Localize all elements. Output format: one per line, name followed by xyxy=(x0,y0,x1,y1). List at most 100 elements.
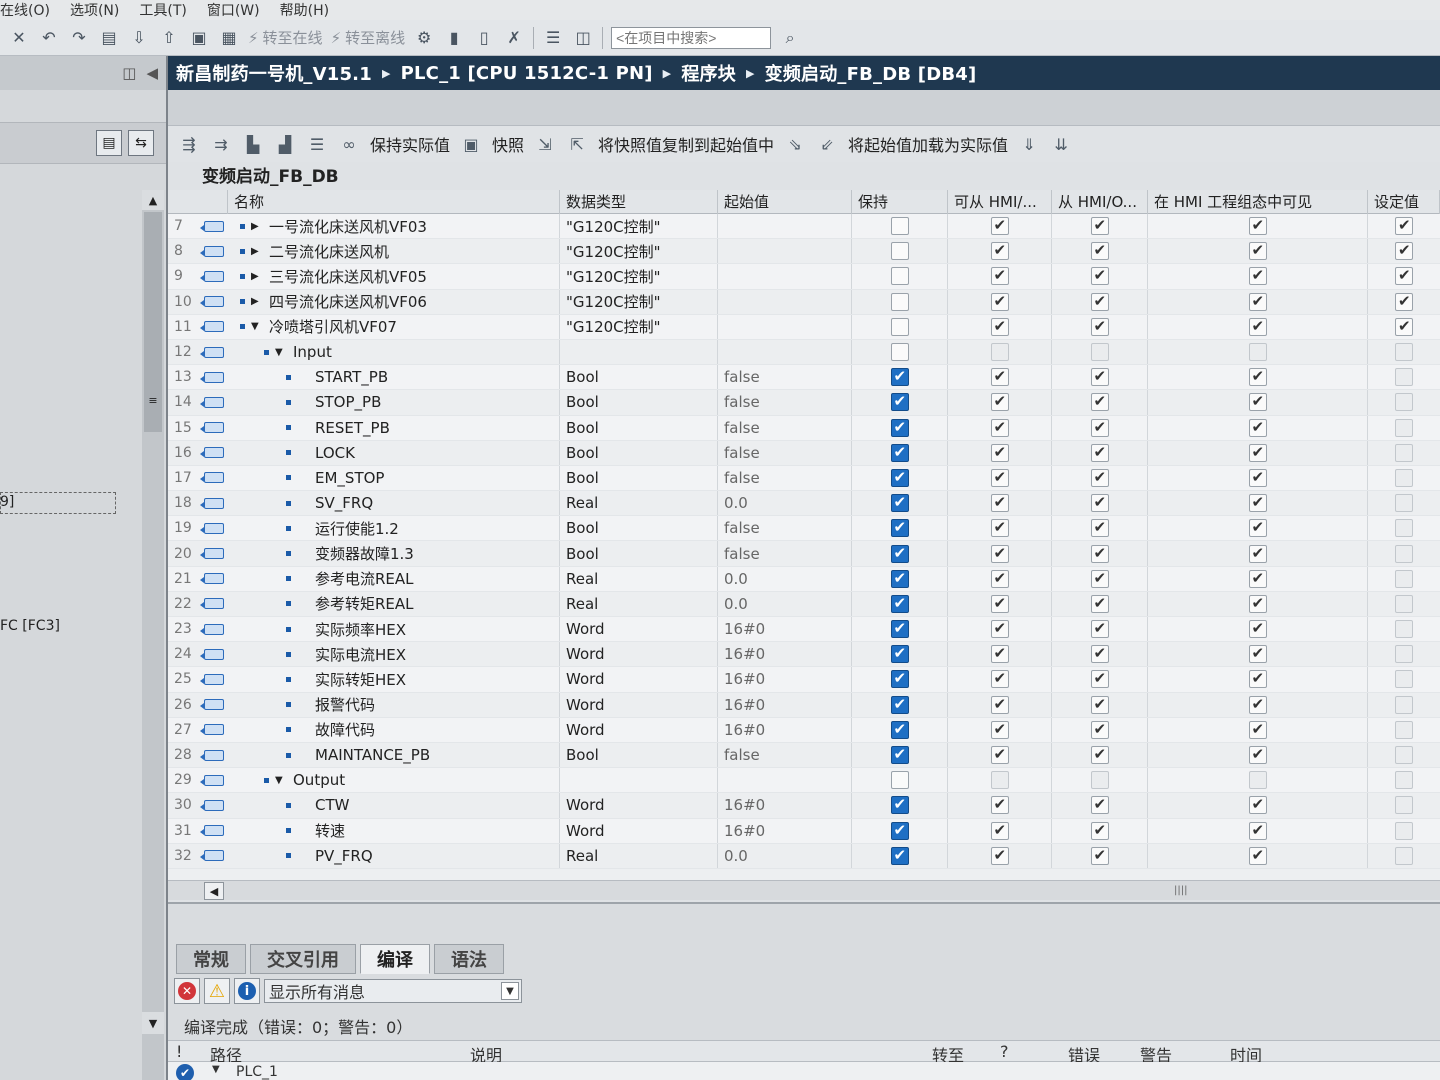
header-question[interactable]: ? xyxy=(1000,1042,1009,1061)
header-hmi-write[interactable]: 从 HMI/O... xyxy=(1052,190,1148,214)
hmi-write-checkbox[interactable] xyxy=(1090,569,1109,588)
datatype-cell[interactable]: Bool xyxy=(560,742,718,768)
hmi-access-checkbox[interactable] xyxy=(990,216,1009,236)
retain-checkbox[interactable] xyxy=(890,317,909,336)
download-all-values-icon[interactable]: ⇊ xyxy=(1050,133,1072,155)
hmi-visible-checkbox[interactable] xyxy=(1248,846,1267,865)
undo-icon[interactable]: ↶ xyxy=(38,27,60,49)
hmi-visible-checkbox[interactable] xyxy=(1248,241,1267,261)
setpoint-checkbox[interactable] xyxy=(1395,519,1413,538)
header-start[interactable]: 起始值 xyxy=(718,190,852,214)
retain-checkbox[interactable] xyxy=(890,217,909,236)
table-row[interactable]: 13 START_PB Bool false xyxy=(168,365,1440,391)
retain-checkbox[interactable] xyxy=(890,468,909,487)
hmi-access-checkbox[interactable] xyxy=(990,468,1009,487)
insert-row-icon[interactable]: ⇶ xyxy=(178,133,200,155)
hmi-visible-checkbox[interactable] xyxy=(1248,594,1267,613)
selected-tree-item[interactable] xyxy=(0,492,116,514)
hmi-access-checkbox[interactable] xyxy=(990,241,1009,261)
table-row[interactable]: 9 ▶ 三号流化床送风机VF05 "G120C控制" xyxy=(168,264,1440,290)
setpoint-checkbox[interactable] xyxy=(1395,393,1413,412)
breadcrumb-plc[interactable]: PLC_1 [CPU 1512C-1 PN] xyxy=(401,63,653,84)
hmi-access-checkbox[interactable] xyxy=(990,343,1009,362)
start-value-cell[interactable]: 16#0 xyxy=(718,818,852,843)
datatype-cell[interactable]: Real xyxy=(560,491,718,516)
start-cpu-icon[interactable]: ▮ xyxy=(443,27,465,49)
hmi-access-checkbox[interactable] xyxy=(990,392,1009,412)
table-row[interactable]: 24 实际电流HEX Word 16#0 xyxy=(168,642,1440,668)
hmi-visible-checkbox[interactable] xyxy=(1248,468,1267,487)
chevron-down-icon[interactable]: ▼ xyxy=(501,982,519,1000)
start-value-cell[interactable]: 16#0 xyxy=(718,692,852,717)
hmi-write-checkbox[interactable] xyxy=(1090,745,1109,765)
project-search-input[interactable] xyxy=(611,26,772,49)
list-view-icon[interactable]: ☰ xyxy=(306,133,328,155)
stop-cpu-icon[interactable]: ▯ xyxy=(473,27,495,49)
table-row[interactable]: 8 ▶ 二号流化床送风机 "G120C控制" xyxy=(168,239,1440,265)
table-row[interactable]: 16 LOCK Bool false xyxy=(168,440,1440,466)
keep-actual-button[interactable]: 保持实际值 xyxy=(370,132,450,156)
table-row[interactable]: 32 PV_FRQ Real 0.0 xyxy=(168,843,1440,869)
datatype-cell[interactable]: Bool xyxy=(560,516,718,541)
collapse-icon[interactable]: ▼ xyxy=(275,775,285,786)
start-value-cell[interactable]: false xyxy=(718,465,852,491)
start-value-cell[interactable]: false xyxy=(718,742,852,768)
hmi-visible-checkbox[interactable] xyxy=(1248,216,1267,236)
project-tree-scrollbar[interactable]: ▲ ≡ xyxy=(142,190,164,1080)
setpoint-checkbox[interactable] xyxy=(1395,796,1413,815)
menu-item[interactable]: 在线(O) xyxy=(0,0,60,20)
hmi-access-checkbox[interactable] xyxy=(990,771,1009,790)
name-cell[interactable]: LOCK xyxy=(228,440,560,465)
hmi-visible-checkbox[interactable] xyxy=(1248,292,1267,311)
breadcrumb-program-blocks[interactable]: 程序块 xyxy=(681,60,736,86)
hmi-access-checkbox[interactable] xyxy=(990,695,1009,714)
setpoint-checkbox[interactable] xyxy=(1395,670,1413,689)
setpoint-checkbox[interactable] xyxy=(1395,821,1413,840)
retain-checkbox[interactable] xyxy=(890,644,909,664)
retain-checkbox[interactable] xyxy=(890,343,909,362)
datatype-cell[interactable]: "G120C控制" xyxy=(560,289,718,314)
table-row[interactable]: 22 参考转矩REAL Real 0.0 xyxy=(168,591,1440,617)
hmi-visible-checkbox[interactable] xyxy=(1248,644,1267,664)
expand-icon[interactable]: ▶ xyxy=(251,296,261,307)
table-row[interactable]: 27 故障代码 Word 16#0 xyxy=(168,717,1440,743)
start-value-cell[interactable]: false xyxy=(718,365,852,390)
hmi-access-checkbox[interactable] xyxy=(990,846,1009,865)
hmi-write-checkbox[interactable] xyxy=(1090,343,1109,362)
start-value-cell[interactable] xyxy=(718,768,852,793)
setpoint-checkbox[interactable] xyxy=(1395,216,1413,236)
breadcrumb-db[interactable]: 变频启动_FB_DB [DB4] xyxy=(765,60,977,86)
hmi-visible-checkbox[interactable] xyxy=(1248,720,1267,739)
datatype-cell[interactable]: Word xyxy=(560,793,718,818)
start-value-cell[interactable] xyxy=(718,214,852,239)
tree-options-icon[interactable]: ⇆ xyxy=(128,130,154,156)
hmi-access-checkbox[interactable] xyxy=(990,418,1009,437)
retain-checkbox[interactable] xyxy=(890,745,909,765)
setpoint-checkbox[interactable] xyxy=(1395,645,1413,664)
hmi-visible-checkbox[interactable] xyxy=(1248,343,1267,362)
datatype-cell[interactable]: "G120C控制" xyxy=(560,264,718,289)
hmi-visible-checkbox[interactable] xyxy=(1248,317,1267,336)
hmi-write-checkbox[interactable] xyxy=(1090,846,1109,865)
hmi-visible-checkbox[interactable] xyxy=(1248,392,1267,412)
info-filter-button[interactable]: i xyxy=(234,978,260,1004)
hmi-write-checkbox[interactable] xyxy=(1090,619,1109,639)
split-vertical-icon[interactable]: ◫ xyxy=(572,27,594,49)
table-row[interactable]: 19 运行使能1.2 Bool false xyxy=(168,516,1440,542)
setpoint-checkbox[interactable] xyxy=(1395,266,1413,286)
setpoint-checkbox[interactable] xyxy=(1395,368,1413,387)
datatype-cell[interactable]: Real xyxy=(560,843,718,868)
setpoint-checkbox[interactable] xyxy=(1395,594,1413,613)
hmi-access-checkbox[interactable] xyxy=(990,669,1009,689)
table-row[interactable]: 17 EM_STOP Bool false xyxy=(168,465,1440,492)
warning-filter-button[interactable]: ⚠ xyxy=(204,978,230,1004)
scroll-down-icon[interactable]: ▼ xyxy=(142,1012,164,1034)
datatype-cell[interactable]: Bool xyxy=(560,541,718,566)
retain-checkbox[interactable] xyxy=(890,821,909,840)
retain-checkbox[interactable] xyxy=(890,569,909,588)
table-row[interactable]: 15 RESET_PB Bool false xyxy=(168,415,1440,441)
tab-compile[interactable]: 编译 xyxy=(360,944,430,974)
hmi-visible-checkbox[interactable] xyxy=(1248,266,1267,286)
tab-syntax[interactable]: 语法 xyxy=(434,944,504,974)
hmi-visible-checkbox[interactable] xyxy=(1248,619,1267,639)
